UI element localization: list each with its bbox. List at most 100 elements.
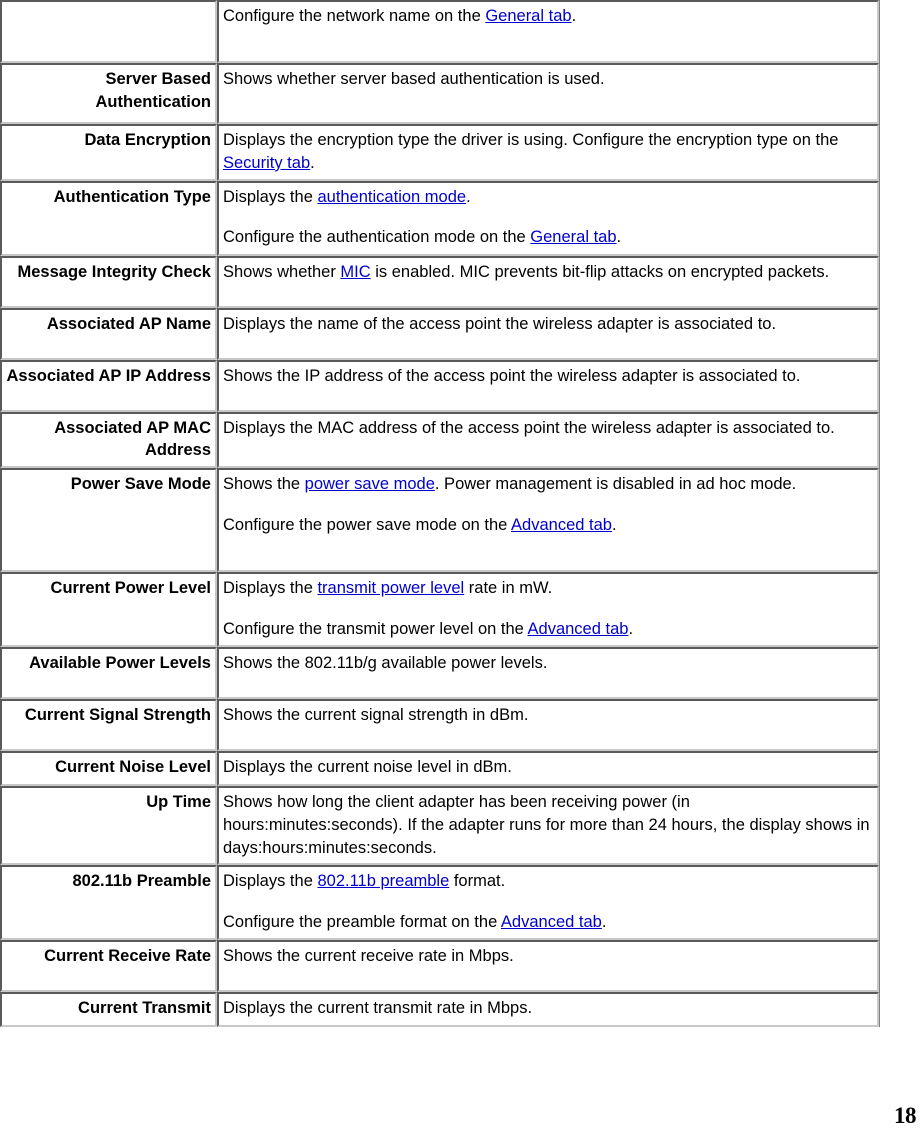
field-description-cell: Displays the name of the access point th… (217, 307, 879, 360)
description-text: . Power management is disabled in ad hoc… (434, 475, 797, 494)
table-row: 802.11b Preamble Displays the 802.11b pre… (0, 865, 879, 941)
description-paragraph: Configure the preamble format on the Adv… (223, 911, 873, 934)
description-text: rate in mW. (464, 579, 553, 598)
description-text: Configure the authentication mode on the (223, 228, 531, 247)
description-text: Shows the IP address of the access point… (223, 366, 801, 385)
description-paragraph: Displays the current noise level in dBm. (223, 756, 873, 779)
field-name-cell: 802.11b Preamble (0, 865, 217, 941)
doc-link[interactable]: Security tab (223, 154, 310, 172)
description-paragraph: Configure the power save mode on the Adv… (223, 514, 873, 537)
description-text: Configure the transmit power level on th… (223, 619, 528, 638)
table-row: Up Time Shows how long the client adapter… (0, 786, 879, 866)
table-body: Configure the network name on the Genera… (0, 0, 879, 1028)
description-text: Shows whether (223, 262, 341, 281)
table-row: Power Save Mode Shows the power save mode… (0, 468, 879, 573)
table-row: Server Based Authentication Shows whether… (0, 63, 879, 124)
field-name-cell: Data Encryption (0, 124, 217, 181)
description-text: Displays the (223, 187, 318, 206)
table-row: Current Signal Strength Shows the current… (0, 699, 879, 752)
description-paragraph: Shows the IP address of the access point… (223, 365, 873, 388)
field-description-cell: Shows whether MIC is enabled. MIC preven… (217, 255, 879, 308)
description-paragraph: Displays the name of the access point th… (223, 313, 873, 336)
doc-link[interactable]: 802.11b preamble (317, 872, 449, 890)
doc-link[interactable]: transmit power level (317, 579, 464, 597)
table-row: Current Transmit Displays the current tra… (0, 992, 879, 1028)
page-number: 18 (894, 1103, 917, 1128)
table-row: Current Power Level Displays the transmit… (0, 572, 879, 648)
description-paragraph: Displays the authentication mode. (223, 186, 873, 209)
field-description-cell: Displays the current noise level in dBm. (217, 751, 879, 787)
description-paragraph: Displays the 802.11b preamble format. (223, 870, 873, 893)
doc-link[interactable]: power save mode (305, 475, 435, 493)
field-description-cell: Shows the IP address of the access point… (217, 359, 879, 412)
table-row: Available Power Levels Shows the 802.11b/… (0, 647, 879, 700)
doc-link[interactable]: Advanced tab (511, 516, 612, 534)
table-row: Data Encryption Displays the encryption t… (0, 124, 879, 181)
table-row: Configure the network name on the Genera… (0, 0, 879, 63)
description-paragraph: Shows the 802.11b/g available power leve… (223, 652, 873, 675)
description-text: . (466, 187, 471, 206)
table-row: Associated AP IP Address Shows the IP add… (0, 359, 879, 412)
field-name-cell: Up Time (0, 786, 217, 866)
field-description-cell: Shows the 802.11b/g available power leve… (217, 647, 879, 700)
description-text: . (571, 7, 577, 25)
description-text: . (310, 153, 315, 172)
doc-link[interactable]: Advanced tab (501, 913, 602, 931)
description-paragraph: Shows the current signal strength in dBm… (223, 704, 873, 727)
field-description-cell: Displays the current transmit rate in Mb… (217, 992, 879, 1028)
field-name-cell: Associated AP Name (0, 307, 217, 360)
description-text: . (616, 228, 622, 247)
doc-link[interactable]: Advanced tab (528, 620, 629, 638)
description-paragraph: Configure the network name on the Genera… (223, 5, 873, 28)
doc-link[interactable]: General tab (485, 7, 571, 25)
wireless-status-fields-table: Configure the network name on the Genera… (0, 0, 880, 1028)
field-description-cell: Shows whether server based authenticatio… (217, 63, 879, 124)
field-name-cell: Current Signal Strength (0, 699, 217, 752)
table-row: Current Receive Rate Shows the current re… (0, 940, 879, 993)
description-text: Displays the (223, 579, 318, 598)
doc-link[interactable]: authentication mode (317, 188, 466, 206)
description-paragraph: Shows whether MIC is enabled. MIC preven… (223, 261, 873, 284)
description-text: Shows the (223, 475, 305, 494)
field-description-cell: Shows the current signal strength in dBm… (217, 699, 879, 752)
description-text: . (628, 619, 634, 638)
description-text: Displays the MAC address of the access p… (223, 418, 835, 437)
description-paragraph: Displays the current transmit rate in Mb… (223, 997, 873, 1020)
field-name-cell: Available Power Levels (0, 647, 217, 700)
table-row: Associated AP Name Displays the name of t… (0, 307, 879, 360)
description-text: is enabled. MIC prevents bit-flip attack… (370, 262, 830, 281)
field-name-cell (0, 0, 217, 63)
description-text: Shows the current signal strength in dBm… (223, 706, 529, 725)
description-text: Configure the preamble format on the (223, 913, 501, 932)
field-description-cell: Displays the encryption type the driver … (217, 124, 879, 181)
description-text: Shows the 802.11b/g available power leve… (223, 654, 548, 673)
description-paragraph: Displays the encryption type the driver … (223, 129, 873, 175)
field-description-cell: Displays the MAC address of the access p… (217, 411, 879, 469)
description-paragraph: Displays the MAC address of the access p… (223, 417, 873, 440)
description-paragraph: Shows whether server based authenticatio… (223, 68, 873, 91)
description-text: Displays the current noise level in dBm. (223, 758, 512, 777)
description-paragraph: Shows the current receive rate in Mbps. (223, 945, 873, 968)
description-text: Shows whether server based authenticatio… (223, 70, 605, 88)
table-row: Current Noise Level Displays the current … (0, 751, 879, 787)
field-description-cell: Shows the power save mode. Power managem… (217, 468, 879, 573)
field-description-cell: Displays the transmit power level rate i… (217, 572, 879, 648)
table-row: Associated AP MAC Address Displays the MA… (0, 411, 879, 469)
doc-link[interactable]: General tab (530, 228, 616, 246)
description-text: format. (449, 872, 506, 891)
field-name-cell: Server Based Authentication (0, 63, 217, 124)
field-name-cell: Associated AP IP Address (0, 359, 217, 412)
description-text: . (601, 913, 607, 932)
description-text: Displays the current transmit rate in Mb… (223, 999, 533, 1018)
field-name-cell: Message Integrity Check (0, 255, 217, 308)
field-description-cell: Displays the authentication mode. Configu… (217, 180, 879, 256)
description-text: Shows the current receive rate in Mbps. (223, 947, 514, 966)
field-name-cell: Associated AP MAC Address (0, 411, 217, 469)
description-text: Configure the power save mode on the (223, 515, 512, 534)
field-name-cell: Current Receive Rate (0, 940, 217, 993)
field-name-cell: Authentication Type (0, 180, 217, 256)
doc-link[interactable]: MIC (340, 263, 370, 281)
field-name-cell: Current Noise Level (0, 751, 217, 787)
description-paragraph: Displays the transmit power level rate i… (223, 577, 873, 600)
description-text: Displays the name of the access point th… (223, 314, 777, 333)
